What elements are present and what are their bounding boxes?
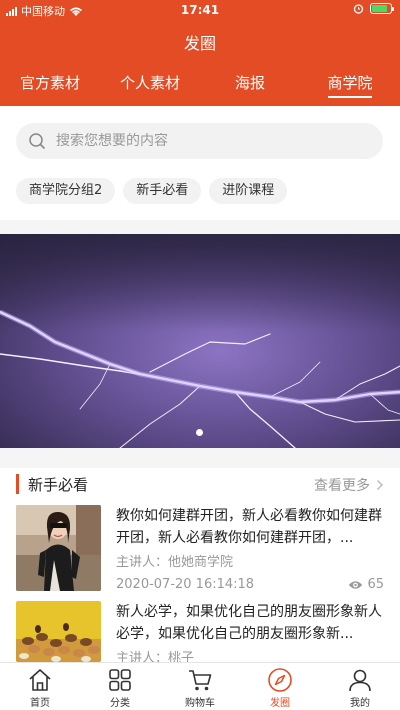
compass-icon xyxy=(268,668,292,692)
chip-advanced[interactable]: 进阶课程 xyxy=(209,178,288,204)
section-title: 新手必看 xyxy=(28,476,89,494)
app-header: 中国移动 17:41 发圈 官方素材 个人素材 海报 商学院 xyxy=(0,0,400,106)
search-bar[interactable] xyxy=(16,123,383,159)
nav-moments-label: 发圈 xyxy=(270,698,290,709)
course-thumbnail xyxy=(16,505,101,591)
chip-beginner[interactable]: 新手必看 xyxy=(123,178,202,204)
nav-profile[interactable]: 我的 xyxy=(320,663,400,710)
course-views: 65 xyxy=(348,577,384,592)
nav-cart[interactable]: 购物车 xyxy=(160,663,240,710)
view-count: 65 xyxy=(367,577,384,592)
user-icon xyxy=(349,669,371,692)
eye-icon xyxy=(349,580,363,589)
nav-category[interactable]: 分类 xyxy=(80,663,160,710)
nav-profile-label: 我的 xyxy=(350,698,370,709)
cart-icon xyxy=(189,670,212,691)
divider xyxy=(0,220,400,234)
search-input[interactable] xyxy=(56,133,356,149)
tab-bar: 官方素材 个人素材 海报 商学院 xyxy=(0,70,400,100)
status-time: 17:41 xyxy=(180,3,220,17)
category-chips: 商学院分组2 新手必看 进阶课程 xyxy=(16,178,288,204)
battery-icon xyxy=(370,3,394,14)
course-speaker: 主讲人：他她商学院 xyxy=(116,555,234,570)
view-more-label: 查看更多 xyxy=(314,478,370,494)
course-date: 2020-07-20 16:14:18 xyxy=(116,577,255,592)
tab-official[interactable]: 官方素材 xyxy=(0,70,100,100)
nav-moments[interactable]: 发圈 xyxy=(240,663,320,710)
alarm-icon xyxy=(353,4,364,14)
page-title: 发圈 xyxy=(183,34,216,53)
carousel-dot-active[interactable] xyxy=(196,429,203,436)
tab-business-school[interactable]: 商学院 xyxy=(300,70,400,100)
nav-home-label: 首页 xyxy=(30,698,50,709)
tab-personal[interactable]: 个人素材 xyxy=(100,70,200,100)
chevron-right-icon xyxy=(376,479,384,491)
search-icon xyxy=(29,133,45,149)
grid-icon xyxy=(109,669,131,691)
nav-cart-label: 购物车 xyxy=(185,698,215,709)
course-title: 新人必学，如果优化自己的朋友圈形象新人必学，如果优化自己的朋友圈形象新... xyxy=(116,604,382,642)
status-bar: 中国移动 17:41 xyxy=(0,0,400,20)
section-header: 新手必看 查看更多 xyxy=(0,470,400,500)
bottom-tab-bar: 首页 分类 购物车 发圈 我的 xyxy=(0,662,400,710)
divider xyxy=(0,448,400,468)
nav-category-label: 分类 xyxy=(110,698,130,709)
home-icon xyxy=(29,669,51,691)
nav-home[interactable]: 首页 xyxy=(0,663,80,710)
course-title: 教你如何建群开团，新人必看教你如何建群开团，新人必看教你如何建群开团，... xyxy=(116,508,382,546)
chip-group-2[interactable]: 商学院分组2 xyxy=(16,178,116,204)
tab-poster[interactable]: 海报 xyxy=(200,70,300,100)
banner-carousel[interactable] xyxy=(0,234,400,448)
view-more-link[interactable]: 查看更多 xyxy=(314,475,384,495)
section-accent-bar xyxy=(16,474,19,494)
course-thumbnail xyxy=(16,601,101,662)
course-card[interactable]: 教你如何建群开团，新人必看教你如何建群开团，新人必看教你如何建群开团，... 主… xyxy=(0,505,400,601)
lightning-image xyxy=(0,234,400,448)
